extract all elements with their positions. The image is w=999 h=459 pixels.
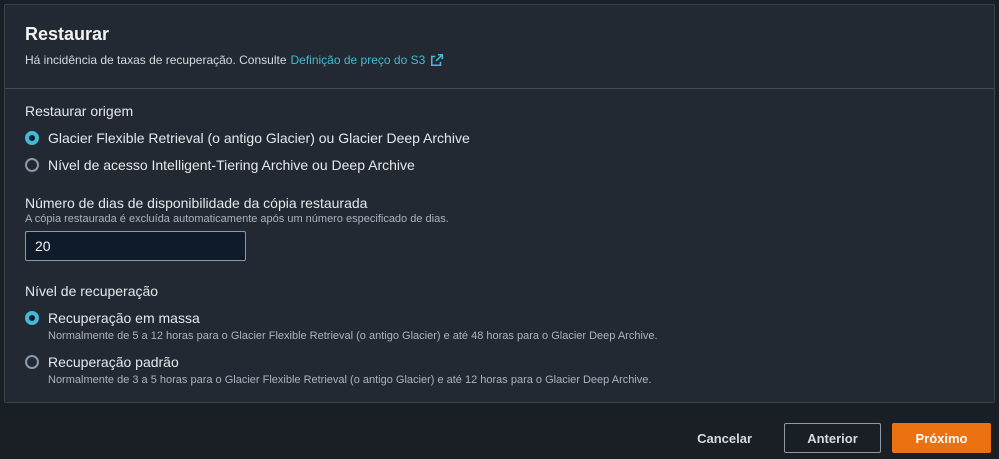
restore-panel: Restaurar Há incidência de taxas de recu… bbox=[4, 4, 995, 403]
origin-radio-glacier[interactable] bbox=[25, 131, 39, 145]
restore-origin-group: Restaurar origem Glacier Flexible Retrie… bbox=[25, 102, 974, 174]
origin-option-intelligent-tiering[interactable]: Nível de acesso Intelligent-Tiering Arch… bbox=[25, 156, 974, 174]
origin-option-glacier[interactable]: Glacier Flexible Retrieval (o antigo Gla… bbox=[25, 129, 974, 147]
level-radio-standard[interactable] bbox=[25, 355, 39, 369]
days-label: Número de dias de disponibilidade da cóp… bbox=[25, 195, 368, 211]
level-option-description: Normalmente de 5 a 12 horas para o Glaci… bbox=[48, 330, 658, 342]
panel-header: Restaurar Há incidência de taxas de recu… bbox=[5, 5, 994, 89]
origin-option-label: Glacier Flexible Retrieval (o antigo Gla… bbox=[48, 130, 470, 146]
panel-subtitle: Há incidência de taxas de recuperação. C… bbox=[25, 53, 974, 67]
footer-actions: Cancelar Anterior Próximo bbox=[677, 423, 991, 453]
s3-pricing-link-label: Definição de preço do S3 bbox=[290, 53, 426, 67]
retrieval-level-group: Nível de recuperação Recuperação em mass… bbox=[25, 282, 974, 388]
next-button[interactable]: Próximo bbox=[892, 423, 991, 453]
level-option-standard[interactable]: Recuperação padrão Normalmente de 3 a 5 … bbox=[25, 353, 974, 388]
level-option-description: Normalmente de 3 a 5 horas para o Glacie… bbox=[48, 374, 652, 386]
level-option-bulk[interactable]: Recuperação em massa Normalmente de 5 a … bbox=[25, 309, 974, 344]
level-radio-bulk[interactable] bbox=[25, 311, 39, 325]
level-option-label: Recuperação em massa bbox=[48, 310, 200, 326]
restore-origin-label: Restaurar origem bbox=[25, 103, 134, 119]
days-group: Número de dias de disponibilidade da cóp… bbox=[25, 194, 974, 261]
retrieval-level-label: Nível de recuperação bbox=[25, 283, 159, 299]
previous-button[interactable]: Anterior bbox=[784, 423, 881, 453]
panel-body: Restaurar origem Glacier Flexible Retrie… bbox=[5, 89, 994, 388]
origin-option-label: Nível de acesso Intelligent-Tiering Arch… bbox=[48, 157, 415, 173]
cancel-button[interactable]: Cancelar bbox=[677, 423, 772, 453]
days-input[interactable] bbox=[25, 231, 246, 261]
panel-title: Restaurar bbox=[25, 24, 110, 44]
level-option-label: Recuperação padrão bbox=[48, 354, 179, 370]
s3-pricing-link[interactable]: Definição de preço do S3 bbox=[291, 53, 445, 67]
days-description: A cópia restaurada é excluída automatica… bbox=[25, 213, 449, 225]
external-link-icon bbox=[431, 53, 444, 67]
pricing-notice: Há incidência de taxas de recuperação. C… bbox=[25, 53, 287, 67]
origin-radio-intelligent-tiering[interactable] bbox=[25, 158, 39, 172]
